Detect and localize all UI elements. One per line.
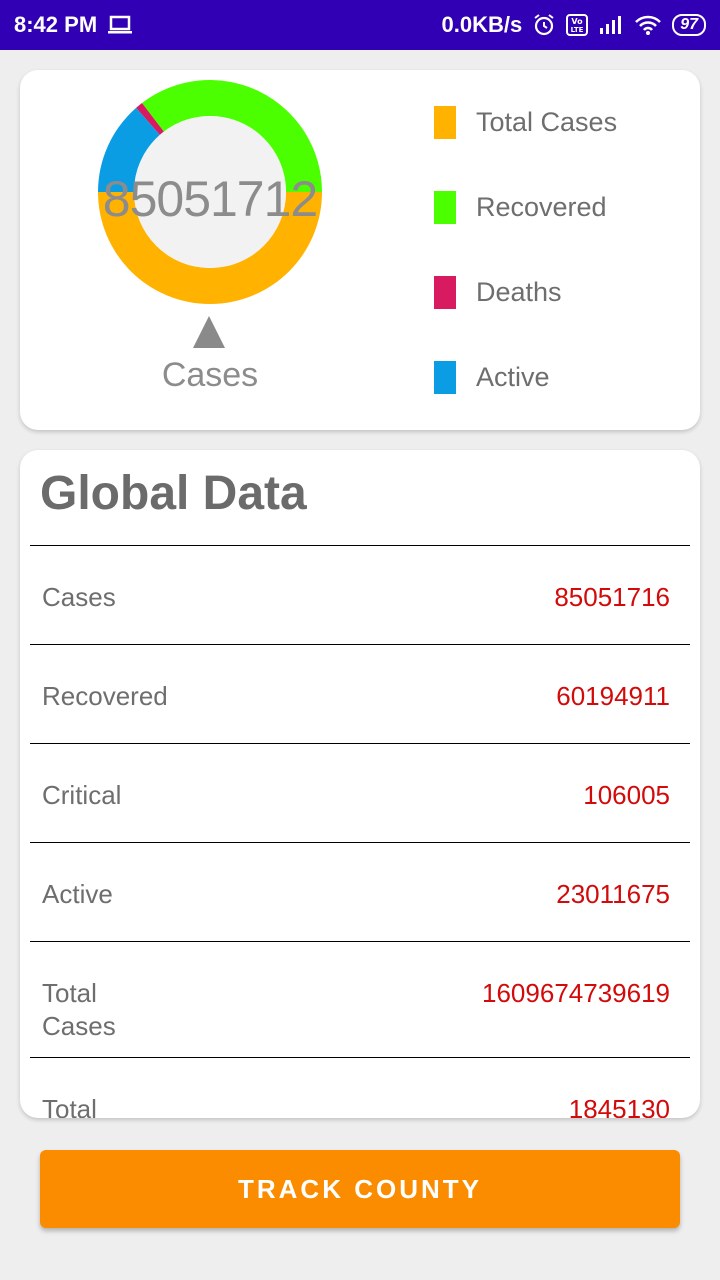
track-county-button[interactable]: TRACK COUNTY [40, 1150, 680, 1228]
battery-indicator: 97 [672, 14, 706, 36]
laptop-icon [107, 15, 133, 35]
legend-label: Deaths [476, 277, 562, 307]
status-bar: 8:42 PM 0.0KB/s Vo LTE 97 [0, 0, 720, 50]
data-row-critical: Critical 106005 [30, 743, 690, 842]
legend-label: Active [476, 362, 550, 392]
clock: 8:42 PM [14, 12, 98, 37]
row-value: 1845130 [568, 1094, 670, 1118]
row-label: Recovered [42, 681, 168, 711]
data-row-active: Active 23011675 [30, 842, 690, 941]
donut-center-value: 85051712 [102, 171, 318, 227]
pointer-triangle-icon [193, 316, 225, 348]
row-value: 85051716 [554, 582, 670, 612]
legend-swatch [434, 361, 456, 394]
global-data-list[interactable]: Cases 85051716 Recovered 60194911 Critic… [30, 545, 690, 1118]
global-data-card[interactable]: Global Data Cases 85051716 Recovered 601… [20, 450, 700, 1118]
row-label: Total [42, 1094, 97, 1118]
legend-item-active: Active [434, 361, 550, 394]
legend-swatch [434, 191, 456, 224]
data-row-total-cases: Total Cases 1609674739619 [30, 941, 690, 1057]
chart-card: 85051712 Cases Total Cases Recovered Dea… [20, 70, 700, 430]
legend-item-recovered: Recovered [434, 191, 607, 224]
row-value: 1609674739619 [482, 978, 670, 1008]
donut-center-label: Cases [161, 356, 259, 394]
wifi-icon [634, 14, 662, 36]
data-row-recovered: Recovered 60194911 [30, 644, 690, 743]
network-speed: 0.0KB/s [441, 12, 523, 37]
row-value: 60194911 [556, 681, 670, 711]
global-data-title: Global Data [40, 467, 307, 520]
volte-icon: Vo LTE [566, 14, 589, 36]
legend-swatch [434, 276, 456, 309]
legend-label: Total Cases [476, 107, 618, 137]
data-row-cases: Cases 85051716 [30, 545, 690, 644]
row-value: 106005 [583, 780, 670, 810]
legend-label: Recovered [476, 192, 607, 222]
row-label: Active [42, 879, 113, 909]
legend-item-deaths: Deaths [434, 276, 562, 309]
signal-icon [598, 14, 624, 36]
svg-text:Vo: Vo [572, 17, 584, 26]
donut-chart[interactable]: 85051712 [97, 80, 322, 304]
data-row-total: Total 1845130 [30, 1057, 690, 1118]
legend-swatch [434, 106, 456, 139]
alarm-icon [532, 13, 556, 37]
svg-text:LTE: LTE [571, 26, 584, 34]
row-label: Critical [42, 780, 122, 810]
row-label: Total Cases [42, 978, 116, 1041]
row-label: Cases [42, 582, 116, 612]
row-value: 23011675 [556, 879, 670, 909]
legend-item-total-cases: Total Cases [434, 106, 617, 139]
